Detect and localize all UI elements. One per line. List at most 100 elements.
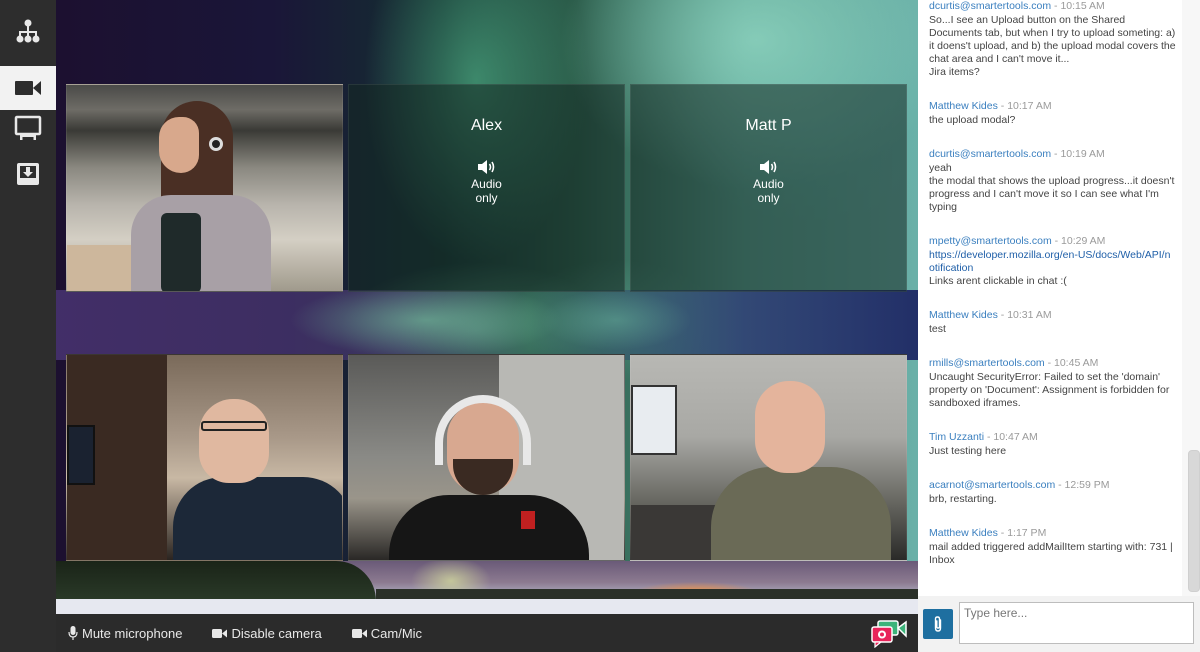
message-text: Jira items? [929,66,980,78]
audio-only-line1: Audio [471,177,502,191]
monitor-icon [14,115,42,140]
download-tray-icon [17,163,39,185]
paperclip-icon [934,616,942,632]
participant-video-tile[interactable] [348,354,625,561]
participant-video-tile[interactable] [630,354,907,561]
message-text: mail added triggered addMailItem startin… [929,541,1173,566]
nav-video[interactable] [0,66,56,110]
webcam-person-body [389,495,589,560]
chat-message: dcurtis@smartertools.com - 10:19 AM yeah… [929,148,1176,214]
message-text: Links arent clickable in chat :( [929,275,1067,287]
message-time: - 10:29 AM [1051,235,1106,247]
speaker-icon [759,160,776,174]
audio-only-label: Audio only [753,177,784,205]
webcam-person-body [173,477,342,560]
message-author[interactable]: dcurtis@smartertools.com [929,148,1051,160]
message-author[interactable]: Matthew Kides [929,527,998,539]
message-link[interactable]: https://developer.mozilla.org/en-US/docs… [929,249,1176,275]
nav-shared-documents[interactable] [0,152,56,196]
message-author[interactable]: Matthew Kides [929,309,998,321]
message-text: Uncaught SecurityError: Failed to set th… [929,371,1170,409]
message-time: - 1:17 PM [997,527,1047,539]
chat-panel: dcurtis@smartertools.com - 10:15 AM So..… [918,0,1200,652]
message-time: - 10:15 AM [1051,0,1105,12]
video-camera-icon [15,81,41,95]
attach-file-button[interactable] [923,609,953,639]
chat-message: Matthew Kides - 10:31 AM test [929,309,1176,336]
cam-mic-settings-button[interactable]: Cam/Mic [351,625,423,641]
message-text: test [929,323,946,335]
message-text: the modal that shows the upload progress… [929,175,1175,213]
participant-video-tile[interactable] [66,354,343,561]
call-toolbar: Mute microphone Disable camera Cam/Mic [56,614,918,652]
microphone-icon [68,626,78,640]
message-author[interactable]: Matthew Kides [929,100,998,112]
message-text: brb, restarting. [929,493,997,505]
message-text: So...I see an Upload button on the Share… [929,14,1176,65]
message-time: - 10:17 AM [997,100,1052,112]
disable-camera-label: Disable camera [231,625,322,641]
participant-name: Alex [470,117,503,134]
webcam-person-body [711,467,891,560]
message-author[interactable]: Tim Uzzanti [929,431,984,443]
message-time: - 10:31 AM [997,309,1052,321]
panorama-treeline [56,561,376,601]
chat-message: acarnot@smartertools.com - 12:59 PM brb,… [929,479,1176,506]
webcam-desk [631,505,721,560]
chat-message: Tim Uzzanti - 10:47 AM Just testing here [929,431,1176,458]
panorama-snow [56,599,918,614]
message-text: Just testing here [929,445,1007,457]
nav-participants[interactable] [0,10,56,54]
video-camera-icon [351,628,367,638]
nav-rail [0,0,56,652]
video-camera-icon [212,628,228,638]
audio-only-line2: only [757,191,780,205]
message-time: - 10:47 AM [984,431,1038,443]
mute-microphone-button[interactable]: Mute microphone [68,626,182,641]
webcam-person-face [755,381,825,473]
message-author[interactable]: rmills@smartertools.com [929,357,1045,369]
message-author[interactable]: acarnot@smartertools.com [929,479,1055,491]
webcam-glasses [201,421,267,431]
webcam-screen [631,385,677,455]
speaker-icon [477,160,494,174]
chat-scrollbar-thumb[interactable] [1188,450,1200,592]
chat-composer [918,596,1200,652]
message-author[interactable]: mpetty@smartertools.com [929,235,1052,247]
chat-message-list: dcurtis@smartertools.com - 10:15 AM So..… [918,0,1182,596]
webcam-cup [521,511,535,529]
audio-only-label: Audio only [471,177,502,205]
chat-message: Matthew Kides - 1:17 PM mail added trigg… [929,527,1176,567]
message-author[interactable]: dcurtis@smartertools.com [929,0,1051,12]
participant-audio-tile-alex[interactable]: Alex Audio only [348,84,625,292]
participant-name: Matt P [745,117,792,134]
chat-message: Matthew Kides - 10:17 AM the upload moda… [929,100,1176,127]
chat-scrollbar[interactable] [1182,0,1200,596]
message-time: - 10:19 AM [1051,148,1105,160]
webcam-monitor [67,425,95,485]
panorama-treeline-far [376,589,918,599]
stage-background-band [56,290,918,360]
chat-message: rmills@smartertools.com - 10:45 AM Uncau… [929,357,1176,410]
webcam-person-face [199,399,269,483]
message-time: - 10:45 AM [1044,357,1099,369]
video-conference-app: Alex Audio only Matt P Audio only Mute m… [0,0,1200,652]
participant-audio-tile-matt-p[interactable]: Matt P Audio only [630,84,907,292]
mute-microphone-label: Mute microphone [82,625,183,641]
webcam-person-shirt [161,213,201,291]
chat-message-input[interactable] [959,602,1194,644]
participant-video-tile[interactable] [66,84,343,292]
audio-only-line1: Audio [753,177,784,191]
cam-mic-label: Cam/Mic [370,625,423,641]
org-chart-icon [16,19,40,43]
chat-message: mpetty@smartertools.com - 10:29 AM https… [929,235,1176,288]
nav-screen-share[interactable] [0,106,56,150]
message-text: yeah [929,162,952,174]
webcam-person-body [131,195,271,291]
video-stage: Alex Audio only Matt P Audio only [56,0,918,614]
brand-logo-icon [871,620,907,648]
message-text: the upload modal? [929,114,1016,126]
message-time: - 12:59 PM [1055,479,1110,491]
disable-camera-button[interactable]: Disable camera [212,625,322,641]
audio-only-line2: only [475,191,498,205]
